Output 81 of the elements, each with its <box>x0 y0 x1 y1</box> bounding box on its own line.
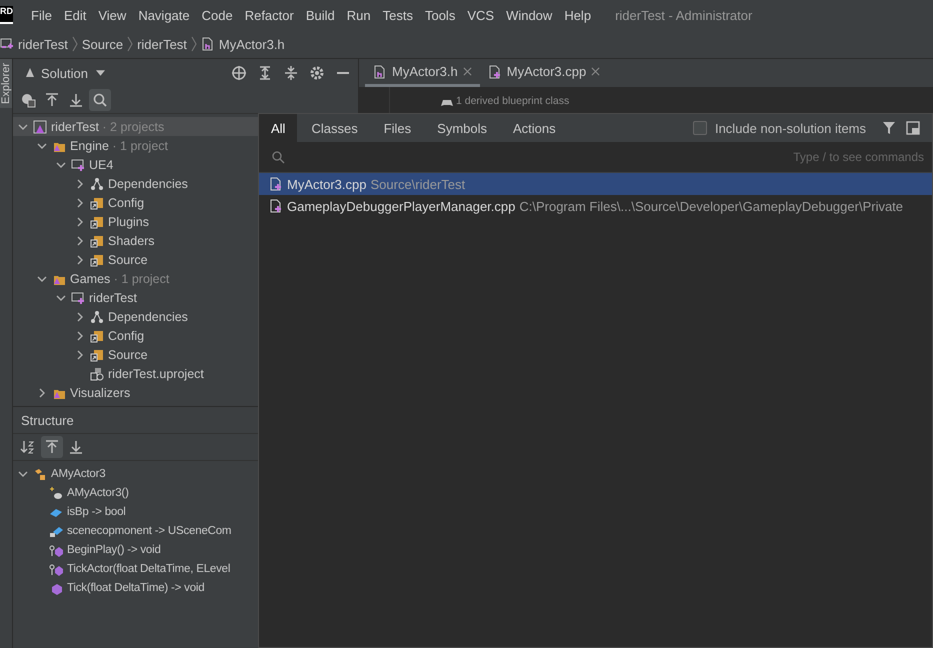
tree-item[interactable]: Games · 1 project <box>13 269 358 288</box>
panel-title[interactable]: Solution <box>41 66 88 80</box>
tree-item[interactable]: Visualizers <box>13 383 358 402</box>
search-icon[interactable] <box>89 89 111 111</box>
search-tab[interactable]: Actions <box>501 114 568 142</box>
explorer-tab[interactable]: Explorer <box>0 59 12 108</box>
solution-icon <box>23 66 37 80</box>
menu-item[interactable]: File <box>25 8 58 22</box>
breadcrumb-item[interactable]: MyActor3.h <box>218 36 285 52</box>
menu-item[interactable]: Run <box>340 8 377 22</box>
tree-item[interactable]: Source <box>13 250 358 269</box>
chevron-icon <box>190 36 197 52</box>
header-file-icon <box>200 37 215 51</box>
checkbox-label[interactable]: Include non-solution items <box>714 120 866 136</box>
header-file-icon <box>373 64 387 78</box>
file-icon <box>90 366 104 380</box>
solution-icon <box>33 120 47 134</box>
search-tab[interactable]: Files <box>372 114 424 142</box>
editor-tab[interactable]: MyActor3.h <box>365 59 480 87</box>
tree-item[interactable]: Dependencies <box>13 307 358 326</box>
structure-item[interactable]: isBp -> bool <box>13 502 358 521</box>
structure-item[interactable]: AMyActor3() <box>13 483 358 502</box>
folder-link-icon <box>90 234 104 248</box>
panel-title[interactable]: Structure <box>21 412 74 428</box>
menu-item[interactable]: Tests <box>376 8 419 22</box>
menu-item[interactable]: VCS <box>461 8 500 22</box>
menu-item[interactable]: Refactor <box>238 8 300 22</box>
menu-item[interactable]: View <box>92 8 132 22</box>
breadcrumb-item[interactable]: Source <box>82 36 124 52</box>
cpp-file-icon <box>269 177 283 191</box>
editor-tab[interactable]: MyActor3.cpp <box>480 59 608 87</box>
app-logo: RD <box>0 6 13 24</box>
breadcrumb-item[interactable]: riderTest <box>18 36 68 52</box>
constructor-icon <box>49 486 63 500</box>
dependencies-icon <box>90 310 104 324</box>
search-result[interactable]: GameplayDebuggerPlayerManager.cpp C:\Program Files\...\Source\Developer\GameplayDebugger\Private <box>259 195 932 217</box>
chevron-icon <box>127 36 134 52</box>
folder-link-icon <box>90 196 104 210</box>
tree-item[interactable]: Source <box>13 345 358 364</box>
search-tab[interactable]: Symbols <box>425 114 500 142</box>
menu-item[interactable]: Build <box>300 8 341 22</box>
autoscroll-from-icon[interactable] <box>41 436 63 458</box>
code-hint[interactable]: 1 derived blueprint class <box>456 95 570 107</box>
dropdown-icon[interactable] <box>96 70 105 76</box>
virtual-method-icon <box>49 542 63 556</box>
menu-item[interactable]: Code <box>196 8 239 22</box>
project-icon <box>71 158 85 172</box>
project-icon <box>0 37 14 51</box>
menu-item[interactable]: Tools <box>418 8 462 22</box>
search-result[interactable]: MyActor3.cpp Source\riderTest <box>259 173 932 195</box>
close-icon[interactable] <box>462 67 472 76</box>
menu-item[interactable]: Edit <box>58 8 92 22</box>
folder-link-icon <box>90 252 104 266</box>
class-icon <box>33 466 47 480</box>
cpp-file-icon <box>269 199 283 213</box>
chevron-icon <box>72 36 78 52</box>
virtual-method-icon <box>49 562 63 576</box>
folder-link-icon <box>90 328 104 342</box>
cpp-file-icon <box>488 64 502 78</box>
menu-item[interactable]: Navigate <box>132 8 196 22</box>
folder-link-icon <box>90 214 104 228</box>
tree-item[interactable]: riderTest.uproject <box>13 364 358 383</box>
project-icon <box>71 290 85 304</box>
search-tab[interactable]: All <box>259 114 298 142</box>
menu-item[interactable]: Help <box>558 8 598 22</box>
structure-item[interactable]: BeginPlay() -> void <box>13 540 358 559</box>
menu-item[interactable]: Window <box>500 8 558 22</box>
tree-item[interactable]: Config <box>13 326 358 345</box>
tree-item[interactable]: riderTest <box>13 288 358 307</box>
close-icon[interactable] <box>591 67 600 76</box>
structure-item[interactable]: TickActor(float DeltaTime, ELevel <box>13 559 358 578</box>
structure-item[interactable]: Tick(float DeltaTime) -> void <box>13 578 358 597</box>
search-icon <box>271 150 285 164</box>
structure-item[interactable]: AMyActor3 <box>13 464 358 483</box>
dependencies-icon <box>90 176 104 190</box>
structure-item[interactable]: scenecopmonent -> USceneCom <box>13 521 358 540</box>
tree-item[interactable]: Shaders <box>13 231 358 250</box>
checkbox[interactable] <box>692 121 707 135</box>
breadcrumb-item[interactable]: riderTest <box>137 36 187 52</box>
folder-link-icon <box>90 348 104 362</box>
window-title: riderTest - Administrator <box>615 8 752 22</box>
